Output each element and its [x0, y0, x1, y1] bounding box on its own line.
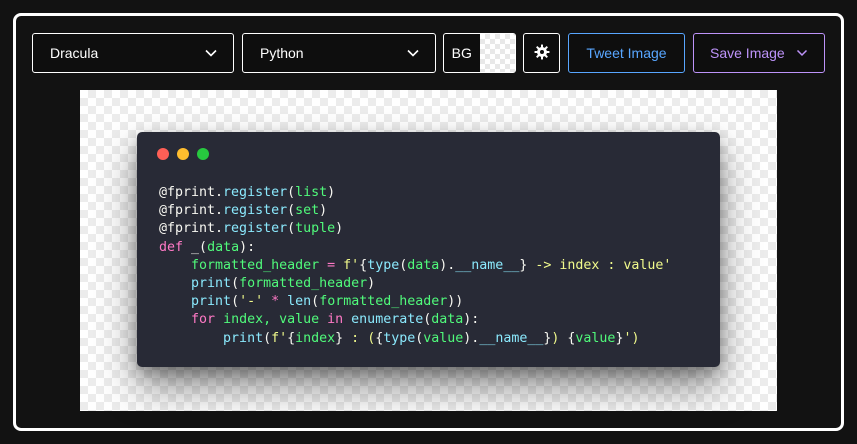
tweet-image-button[interactable]: Tweet Image	[568, 33, 685, 73]
code-token: (	[311, 294, 320, 310]
code-token: (	[287, 185, 296, 200]
code-token: len	[287, 294, 312, 310]
code-token: )	[319, 203, 328, 219]
code-token: print	[191, 275, 232, 291]
save-image-label: Save Image	[710, 45, 785, 61]
code-token: }	[335, 330, 344, 346]
code-token: ))	[447, 294, 464, 310]
background-picker[interactable]: BG	[443, 33, 516, 73]
code-token: @fprint.	[159, 203, 224, 219]
code-window: @fprint.register(list) @fprint.register(s…	[137, 132, 720, 367]
chevron-down-icon	[407, 49, 419, 57]
code-token: @fprint.	[159, 221, 224, 237]
code-line: for index, value in enumerate(data):	[159, 311, 671, 329]
background-label: BG	[451, 45, 472, 61]
theme-select-value: Dracula	[50, 45, 99, 61]
tweet-image-label: Tweet Image	[586, 45, 667, 61]
code-token: (	[287, 203, 296, 219]
code-line: @fprint.register(list)	[159, 184, 671, 202]
code-token: formatted_header	[319, 294, 448, 310]
code-token: value	[575, 330, 616, 346]
code-line: print(f'{index} : ({type(value).__name__…	[159, 330, 671, 348]
code-token: __name__	[479, 330, 544, 346]
code-line: print(formatted_header)	[159, 275, 671, 293]
code-token: )	[367, 275, 376, 291]
code-token: )	[327, 185, 336, 200]
maximize-dot	[197, 148, 209, 160]
language-select[interactable]: Python	[242, 33, 436, 73]
chevron-down-icon	[205, 49, 217, 57]
window-controls	[157, 148, 209, 160]
code-token: tuple	[295, 221, 336, 237]
code-token: : (	[343, 330, 376, 346]
minimize-dot	[177, 148, 189, 160]
toolbar: Dracula Python BG Tweet Image Save Image	[0, 0, 857, 80]
code-token: @fprint.	[159, 185, 224, 200]
code-token: print	[191, 294, 232, 310]
gear-icon	[534, 44, 550, 63]
code-token: type	[383, 330, 416, 346]
code-token: register	[223, 185, 288, 200]
code-line: @fprint.register(tuple)	[159, 220, 671, 238]
code-line: print('-' * len(formatted_header))	[159, 293, 671, 311]
chevron-down-icon[interactable]	[796, 49, 808, 57]
code-token: ):	[239, 239, 256, 255]
code-token: (	[231, 275, 240, 291]
code-token: ')	[623, 330, 640, 346]
code-token: {	[359, 257, 368, 273]
code-token: def	[159, 239, 184, 255]
code-line: formatted_header = f'{type(data).__name_…	[159, 257, 671, 275]
code-token: list	[295, 185, 328, 200]
code-token: formatted_header	[239, 275, 368, 291]
code-token: f'	[343, 257, 360, 273]
code-token: )	[335, 221, 344, 237]
save-image-button[interactable]: Save Image	[693, 33, 825, 73]
background-swatch[interactable]	[479, 34, 515, 72]
code-token: print	[223, 330, 264, 346]
code-token: _(	[183, 239, 208, 255]
code-token: formatted_header	[191, 257, 320, 273]
code-token: set	[295, 203, 320, 219]
code-token: =	[319, 257, 344, 273]
code-token: register	[223, 203, 288, 219]
settings-button[interactable]	[523, 33, 560, 73]
code-line: def _(data):	[159, 239, 671, 257]
code-token: (	[287, 221, 296, 237]
code-token: data	[407, 257, 440, 273]
code-token: enumerate	[351, 312, 424, 328]
code-token: ).	[439, 257, 456, 273]
code-token: data	[431, 312, 464, 328]
code-token: register	[223, 221, 288, 237]
code-editor[interactable]: @fprint.register(list) @fprint.register(s…	[159, 184, 671, 348]
code-token: -> index : value'	[527, 257, 672, 273]
code-token: )	[551, 330, 568, 346]
code-token: in	[327, 312, 344, 328]
code-token: f'	[271, 330, 288, 346]
code-token: (	[263, 330, 272, 346]
code-token: __name__	[455, 257, 520, 273]
code-token: data	[207, 239, 240, 255]
code-token: *	[263, 294, 288, 310]
code-token: '-'	[239, 294, 264, 310]
language-select-value: Python	[260, 45, 304, 61]
code-token: ):	[463, 312, 480, 328]
close-dot	[157, 148, 169, 160]
code-token: type	[367, 257, 400, 273]
code-token: ).	[463, 330, 480, 346]
code-token: {	[287, 330, 296, 346]
code-token: index	[295, 330, 336, 346]
code-token: value	[423, 330, 464, 346]
theme-select[interactable]: Dracula	[32, 33, 234, 73]
code-line: @fprint.register(set)	[159, 202, 671, 220]
code-token: for	[191, 312, 216, 328]
code-token: (	[231, 294, 240, 310]
code-token: index, value	[215, 312, 328, 328]
